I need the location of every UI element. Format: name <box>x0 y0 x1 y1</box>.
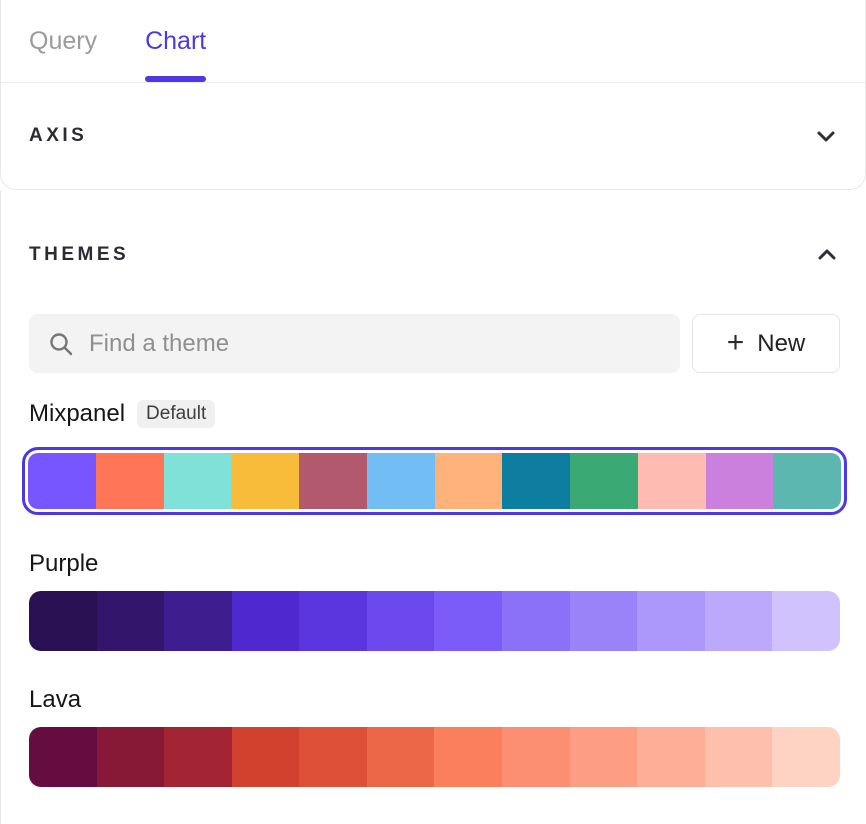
theme-head: Purple <box>29 549 840 579</box>
color-swatch <box>97 727 165 787</box>
palette-strip[interactable] <box>29 727 840 787</box>
tab-query[interactable]: Query <box>29 0 97 82</box>
tab-bar: Query Chart <box>1 0 865 83</box>
color-swatch <box>367 727 435 787</box>
theme-list: MixpanelDefaultPurpleLavaMint <box>29 399 840 824</box>
color-swatch <box>772 591 840 651</box>
chevron-up-icon[interactable] <box>814 242 840 268</box>
color-swatch <box>570 591 638 651</box>
color-swatch <box>705 591 773 651</box>
top-card: Query Chart AXIS <box>0 0 866 190</box>
theme-head: Mixpanel Default <box>29 399 840 429</box>
color-swatch <box>502 727 570 787</box>
color-swatch <box>637 591 705 651</box>
color-swatch <box>638 453 706 509</box>
color-swatch <box>367 591 435 651</box>
palette-strip[interactable] <box>28 453 841 509</box>
chart-settings-panel: Query Chart AXIS THEMES <box>0 0 866 824</box>
color-swatch <box>772 727 840 787</box>
chevron-down-icon[interactable] <box>813 123 839 149</box>
tab-query-label: Query <box>29 27 97 56</box>
color-swatch <box>570 727 638 787</box>
color-swatch <box>637 727 705 787</box>
color-swatch <box>232 591 300 651</box>
theme-name: Lava <box>29 685 81 715</box>
new-theme-button-label: New <box>757 330 805 358</box>
search-icon <box>48 331 74 357</box>
theme-item: Purple <box>29 549 840 651</box>
theme-name: Mixpanel <box>29 399 125 429</box>
selected-theme-ring[interactable] <box>22 447 847 515</box>
color-swatch <box>164 453 232 509</box>
color-swatch <box>29 727 97 787</box>
plus-icon: + <box>727 328 745 358</box>
color-swatch <box>570 453 638 509</box>
color-swatch <box>434 727 502 787</box>
themes-section-header[interactable]: THEMES <box>29 190 840 268</box>
theme-item: Lava <box>29 685 840 787</box>
themes-card: THEMES + New Mixpanel Default Purple Lava Mi… <box>0 190 866 824</box>
color-swatch <box>28 453 96 509</box>
active-tab-indicator <box>145 76 206 82</box>
tab-chart-label: Chart <box>145 27 206 56</box>
axis-section-title: AXIS <box>29 125 87 147</box>
color-swatch <box>367 453 435 509</box>
color-swatch <box>164 591 232 651</box>
theme-name: Purple <box>29 549 98 579</box>
theme-head: Lava <box>29 685 840 715</box>
color-swatch <box>502 591 570 651</box>
theme-item: Mixpanel Default <box>29 399 840 515</box>
color-swatch <box>29 591 97 651</box>
color-swatch <box>773 453 841 509</box>
themes-toolbar: + New <box>29 314 840 373</box>
default-badge: Default <box>137 400 215 428</box>
color-swatch <box>502 453 570 509</box>
new-theme-button[interactable]: + New <box>692 314 840 373</box>
color-swatch <box>706 453 774 509</box>
color-swatch <box>435 453 503 509</box>
search-input[interactable] <box>89 330 661 358</box>
color-swatch <box>705 727 773 787</box>
color-swatch <box>299 591 367 651</box>
color-swatch <box>434 591 502 651</box>
color-swatch <box>164 727 232 787</box>
color-swatch <box>299 727 367 787</box>
palette-strip[interactable] <box>29 591 840 651</box>
color-swatch <box>96 453 164 509</box>
axis-section-header[interactable]: AXIS <box>1 83 865 189</box>
color-swatch <box>97 591 165 651</box>
tab-chart[interactable]: Chart <box>145 0 206 82</box>
themes-section-title: THEMES <box>29 244 129 266</box>
color-swatch <box>299 453 367 509</box>
theme-search-box[interactable] <box>29 314 680 373</box>
color-swatch <box>232 727 300 787</box>
color-swatch <box>231 453 299 509</box>
